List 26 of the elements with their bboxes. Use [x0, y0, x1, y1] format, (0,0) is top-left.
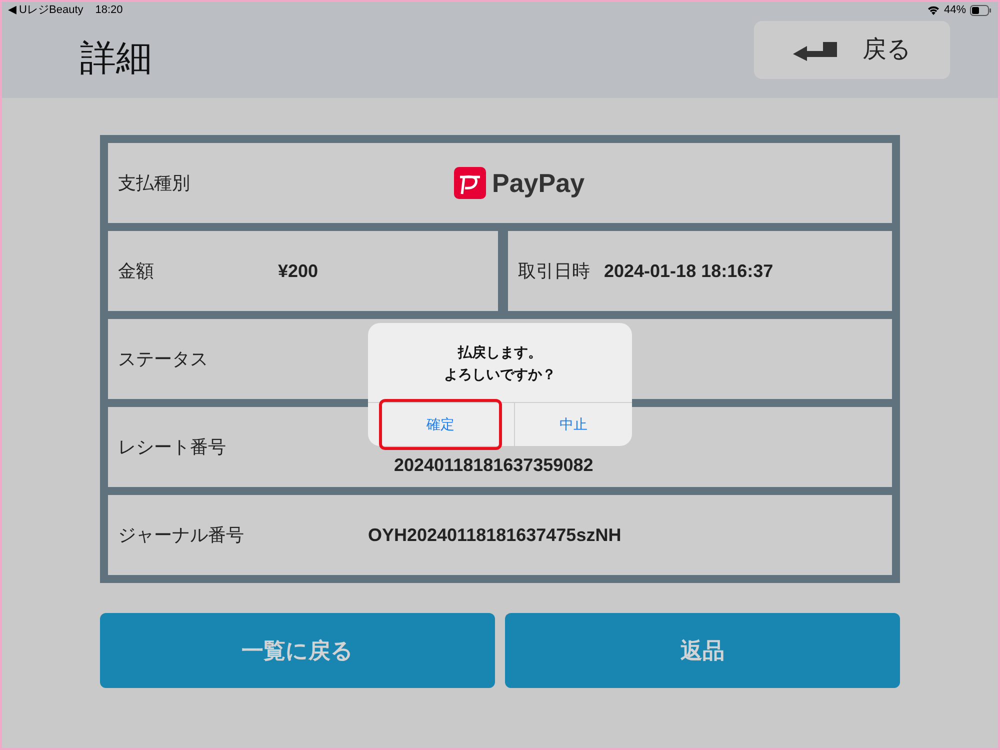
- field-label: 支払種別: [118, 172, 191, 194]
- dialog-message: よろしいですか？: [444, 364, 556, 384]
- dialog-button[interactable]: 中止: [514, 403, 632, 446]
- field-value: ¥200: [278, 260, 318, 282]
- back-to-app-link[interactable]: ◀ UレジBeauty: [8, 2, 84, 18]
- payment-logo-icon: [454, 167, 486, 199]
- brand-name: PayPay: [492, 166, 585, 200]
- return-arrow-icon: [792, 39, 838, 61]
- dialog-message: 払戻します。: [458, 342, 542, 362]
- action-button[interactable]: 一覧に戻る: [100, 613, 495, 688]
- field-label: ステータス: [118, 348, 209, 370]
- action-button[interactable]: 返品: [505, 613, 900, 688]
- field-label: 金額: [118, 260, 155, 282]
- field-value: OYH20240118181637475szNH: [368, 524, 622, 546]
- field-value: 2024-01-18 18:16:37: [604, 260, 774, 282]
- battery-percent: 44%: [944, 2, 966, 18]
- field-label: ジャーナル番号: [118, 524, 245, 546]
- dialog-button[interactable]: 確定: [379, 399, 502, 450]
- battery-icon: [970, 4, 992, 16]
- status-time: 18:20: [95, 2, 123, 18]
- back-button[interactable]: 戻る: [754, 21, 950, 79]
- field-label: 取引日時: [518, 260, 590, 282]
- field-value: 20240118181637359082: [394, 454, 594, 477]
- wifi-icon: [926, 5, 940, 15]
- page-title: 詳細: [80, 40, 152, 76]
- field-label: レシート番号: [118, 436, 227, 458]
